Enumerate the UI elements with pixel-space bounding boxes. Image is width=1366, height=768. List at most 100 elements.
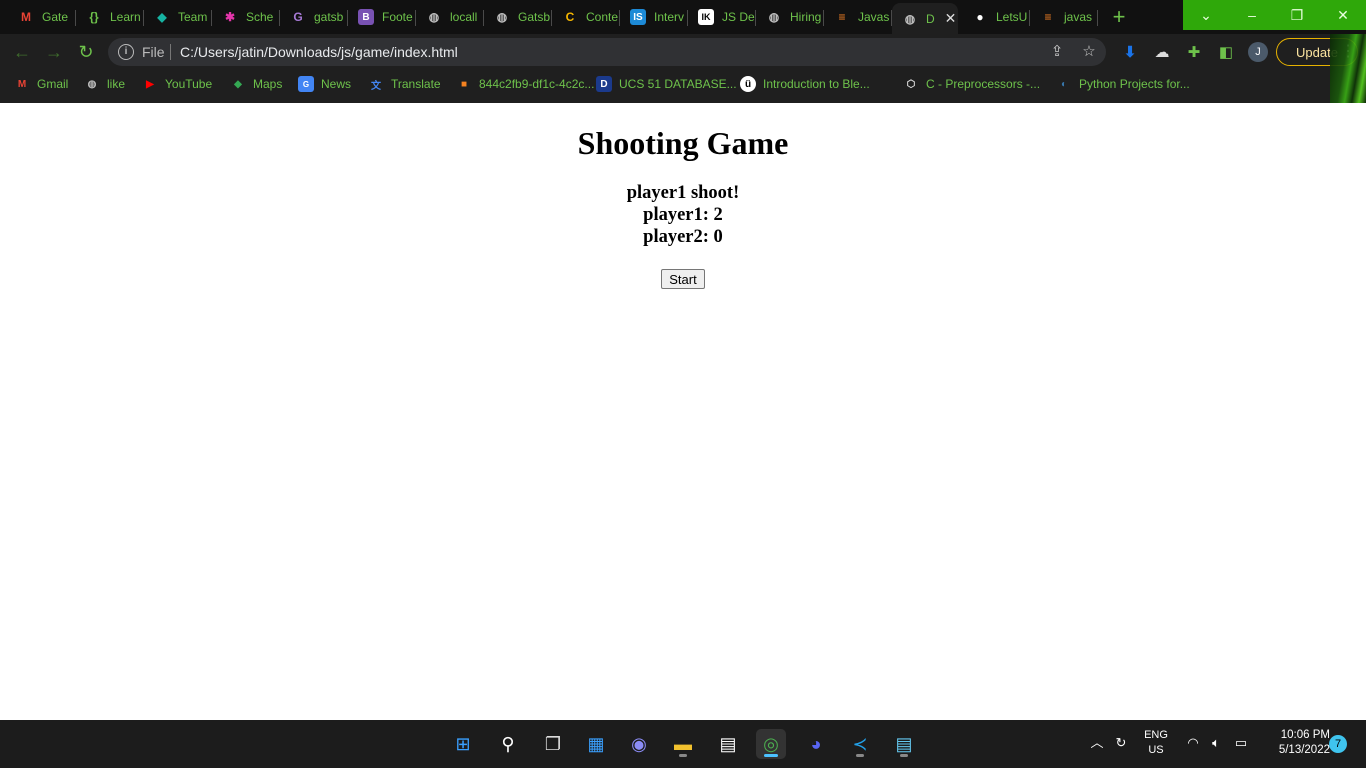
brackets-icon: {} bbox=[89, 10, 99, 24]
site-info-icon[interactable]: i bbox=[118, 44, 134, 60]
address-bar[interactable]: i File C:/Users/jatin/Downloads/js/game/… bbox=[108, 38, 1106, 66]
reload-button-icon[interactable]: ↻ bbox=[74, 40, 98, 64]
python-icon: ◐ bbox=[1060, 78, 1068, 90]
windows-start-glyph: ⊞ bbox=[455, 733, 471, 754]
browser-tab[interactable]: ◍ locall bbox=[416, 3, 484, 31]
bookmark-item[interactable]: ◐ Python Projects for... bbox=[1056, 75, 1190, 93]
widgets-icon[interactable]: ▦ bbox=[581, 729, 611, 759]
file-explorer-icon[interactable]: ▬ bbox=[668, 729, 698, 759]
page-title: Shooting Game bbox=[577, 125, 789, 161]
bookmark-item[interactable]: ■ 844c2fb9-df1c-4c2c... bbox=[456, 75, 594, 93]
browser-tab[interactable]: IK JS De bbox=[688, 3, 756, 31]
extensions-puzzle-icon[interactable]: ✚ bbox=[1184, 42, 1204, 62]
task-view-icon[interactable]: ❐ bbox=[538, 729, 568, 759]
address-separator bbox=[170, 44, 171, 60]
browser-tab[interactable]: B Foote bbox=[348, 3, 416, 31]
youtube-icon: ▶ bbox=[146, 78, 154, 90]
vscode-icon[interactable]: ≺ bbox=[845, 729, 875, 759]
windows-start-icon[interactable]: ⊞ bbox=[448, 729, 478, 759]
tab-title: locall bbox=[450, 10, 478, 24]
contentful-icon: C bbox=[565, 10, 575, 24]
windows-taskbar: ⊞ ⚲ ❐ ▦ ◉ ▬ ▤ ◎ ◕ ≺ ▤ ︿ ↻ ENG US ◠ 🔈︎ ▭ 10:06 PM 5… bbox=[0, 720, 1366, 768]
browser-tab[interactable]: ◍ Gatsb bbox=[484, 3, 552, 31]
diamond-icon: ◆ bbox=[157, 10, 167, 24]
close-window-button[interactable]: ✕ bbox=[1320, 0, 1366, 30]
search-icon[interactable]: ⚲ bbox=[493, 729, 523, 759]
sync-status-icon[interactable]: ↻ bbox=[1112, 734, 1130, 752]
tab-title: Hiring bbox=[790, 10, 822, 24]
incognito-extension-icon[interactable]: ☁ bbox=[1152, 42, 1172, 62]
minimize-button[interactable]: – bbox=[1229, 0, 1275, 30]
teams-chat-glyph: ◉ bbox=[631, 733, 647, 754]
browser-tab[interactable]: ◍ Hiring bbox=[756, 3, 824, 31]
globe-icon: ◍ bbox=[87, 78, 97, 90]
browser-tab[interactable]: IS Interv bbox=[620, 3, 688, 31]
url-text[interactable]: C:/Users/jatin/Downloads/js/game/index.h… bbox=[180, 44, 458, 60]
side-panel-icon[interactable]: ◧ bbox=[1216, 42, 1236, 62]
system-clock[interactable]: 10:06 PM 5/13/2022 bbox=[1258, 728, 1330, 758]
bookmark-item[interactable]: G News bbox=[298, 75, 351, 93]
new-tab-button[interactable]: + bbox=[1105, 4, 1133, 30]
bookmark-item[interactable]: ▶ YouTube bbox=[142, 75, 212, 93]
tab-search-dropdown-icon[interactable]: ⌄ bbox=[1183, 0, 1229, 30]
bookmark-label: like bbox=[107, 77, 126, 91]
tab-title: Foote bbox=[382, 10, 413, 24]
profile-avatar[interactable]: J bbox=[1248, 42, 1268, 62]
battery-icon[interactable]: ▭ bbox=[1232, 734, 1250, 752]
browser-tab[interactable]: Ggatsb bbox=[280, 3, 348, 31]
input-language[interactable]: ENG US bbox=[1140, 728, 1172, 758]
bookmark-label: UCS 51 DATABASE... bbox=[619, 77, 737, 91]
browser-tab[interactable]: ◆ Team bbox=[144, 3, 212, 31]
share-icon[interactable]: ⇪ bbox=[1048, 43, 1066, 61]
bookmark-item[interactable]: M Gmail bbox=[14, 75, 69, 93]
browser-window-chrome: M Gate {} Learn ◆ Team ✱ Sche Ggatsb B Foote ◍ local… bbox=[0, 0, 1366, 103]
chrome-icon[interactable]: ◎ bbox=[756, 729, 786, 759]
browser-tab[interactable]: ≡ Javas bbox=[824, 3, 892, 31]
player1-score: player1: 2 bbox=[643, 205, 723, 225]
bookmark-label: News bbox=[321, 77, 352, 91]
tab-title: Interv bbox=[654, 10, 685, 24]
bookmarks-bar: M Gmail ◍ like ▶ YouTube ◆ Maps G News 文 Translate ■… bbox=[0, 70, 1366, 98]
browser-tab[interactable]: M Gate bbox=[8, 3, 76, 31]
notification-count-badge[interactable]: 7 bbox=[1329, 735, 1347, 753]
volume-icon[interactable]: 🔈︎ bbox=[1207, 734, 1225, 752]
download-extension-icon[interactable]: ⬇ bbox=[1120, 42, 1140, 62]
teams-chat-icon[interactable]: ◉ bbox=[624, 729, 654, 759]
browser-tab[interactable]: ≡ javas bbox=[1030, 3, 1098, 31]
store-glyph: ▤ bbox=[719, 733, 737, 754]
browser-tab[interactable]: ● LetsU bbox=[962, 3, 1030, 31]
region-code: US bbox=[1148, 744, 1164, 756]
globe-icon: ◍ bbox=[768, 10, 780, 24]
bookmark-item[interactable]: ◆ Maps bbox=[230, 75, 282, 93]
globe-icon: ◍ bbox=[904, 11, 916, 26]
browser-tab[interactable]: ✱ Sche bbox=[212, 3, 280, 31]
bookmark-label: Introduction to Ble... bbox=[763, 77, 870, 91]
ik-icon: IK bbox=[698, 9, 714, 25]
bookmark-label: Python Projects for... bbox=[1079, 77, 1190, 91]
discord-icon[interactable]: ◕ bbox=[801, 729, 831, 759]
notepad-icon[interactable]: ▤ bbox=[889, 729, 919, 759]
browser-tab[interactable]: {} Learn bbox=[76, 3, 144, 31]
tab-title: Gatsb bbox=[518, 10, 551, 24]
github-icon: ● bbox=[976, 10, 984, 24]
forward-button-icon[interactable]: → bbox=[42, 40, 66, 64]
bookmark-item[interactable]: ⬡ C - Preprocessors -... bbox=[903, 75, 1040, 93]
bookmark-star-icon[interactable]: ☆ bbox=[1080, 43, 1098, 61]
browser-tab[interactable]: C Conte bbox=[552, 3, 620, 31]
back-button-icon[interactable]: ← bbox=[10, 40, 34, 64]
browser-tab[interactable]: ◍ D ✕ bbox=[892, 3, 958, 34]
bookmark-item[interactable]: D UCS 51 DATABASE... bbox=[596, 75, 737, 93]
tab-title: JS De bbox=[722, 10, 755, 24]
bookmark-item[interactable]: ü Introduction to Ble... bbox=[740, 75, 870, 93]
tray-overflow-chevron-icon[interactable]: ︿ bbox=[1088, 734, 1106, 752]
restore-button[interactable]: ❐ bbox=[1274, 0, 1320, 30]
bootstrap-icon: B bbox=[358, 9, 374, 25]
store-icon[interactable]: ▤ bbox=[713, 729, 743, 759]
wifi-icon[interactable]: ◠ bbox=[1184, 734, 1202, 752]
start-button[interactable]: Start bbox=[661, 269, 705, 289]
udemy-icon: ü bbox=[740, 76, 756, 92]
close-tab-icon[interactable]: ✕ bbox=[945, 10, 957, 27]
bookmark-item[interactable]: 文 Translate bbox=[368, 75, 441, 93]
bookmark-item[interactable]: ◍ like bbox=[84, 75, 125, 93]
bookmark-label: Translate bbox=[391, 77, 441, 91]
